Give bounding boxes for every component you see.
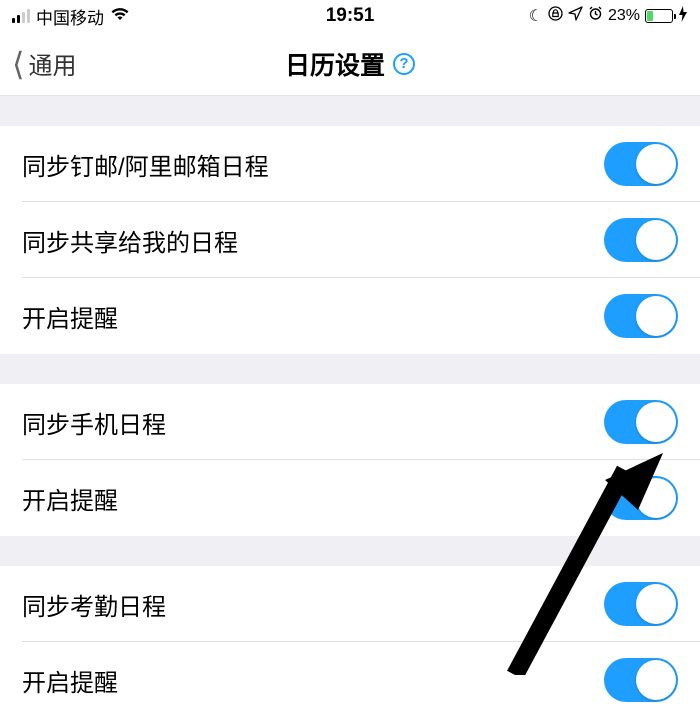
toggle-switch[interactable] <box>604 476 678 520</box>
nav-bar: ⟨ 通用 日历设置 ? <box>0 32 700 96</box>
toggle-switch[interactable] <box>604 218 678 262</box>
battery-pct: 23% <box>608 7 640 25</box>
nav-title-wrap: 日历设置 ? <box>285 46 415 82</box>
status-right: ☾ 23% <box>529 6 688 27</box>
carrier-label: 中国移动 <box>36 4 104 29</box>
setting-row: 同步钉邮/阿里邮箱日程 <box>0 126 700 202</box>
page-title: 日历设置 <box>285 46 385 82</box>
alarm-icon <box>588 6 603 26</box>
setting-label: 开启提醒 <box>22 481 118 516</box>
back-button[interactable]: ⟨ 通用 <box>0 46 88 81</box>
toggle-switch[interactable] <box>604 294 678 338</box>
setting-row: 开启提醒 <box>0 460 700 536</box>
wifi-icon <box>110 6 130 26</box>
setting-label: 开启提醒 <box>22 299 118 334</box>
charging-icon <box>678 6 688 27</box>
settings-section-2: 同步手机日程 开启提醒 <box>0 384 700 536</box>
setting-row: 同步共享给我的日程 <box>0 202 700 278</box>
setting-row: 开启提醒 <box>0 642 700 718</box>
settings-section-1: 同步钉邮/阿里邮箱日程 同步共享给我的日程 开启提醒 <box>0 126 700 354</box>
status-left: 中国移动 <box>12 4 130 29</box>
settings-section-3: 同步考勤日程 开启提醒 <box>0 566 700 718</box>
toggle-switch[interactable] <box>604 582 678 626</box>
setting-label: 同步手机日程 <box>22 405 166 440</box>
moon-icon: ☾ <box>529 6 543 26</box>
setting-label: 开启提醒 <box>22 663 118 698</box>
setting-row: 同步手机日程 <box>0 384 700 460</box>
status-time: 19:51 <box>326 5 375 27</box>
setting-label: 同步钉邮/阿里邮箱日程 <box>22 147 269 182</box>
toggle-switch[interactable] <box>604 142 678 186</box>
signal-icon <box>12 9 30 23</box>
location-icon <box>568 6 583 26</box>
setting-label: 同步共享给我的日程 <box>22 223 238 258</box>
help-icon[interactable]: ? <box>393 53 415 75</box>
setting-row: 同步考勤日程 <box>0 566 700 642</box>
back-label: 通用 <box>28 46 76 81</box>
chevron-left-icon: ⟨ <box>12 48 24 80</box>
status-bar: 中国移动 19:51 ☾ 23% <box>0 0 700 32</box>
battery-icon <box>645 9 673 23</box>
setting-label: 同步考勤日程 <box>22 587 166 622</box>
lock-icon <box>548 6 563 26</box>
setting-row: 开启提醒 <box>0 278 700 354</box>
toggle-switch[interactable] <box>604 400 678 444</box>
